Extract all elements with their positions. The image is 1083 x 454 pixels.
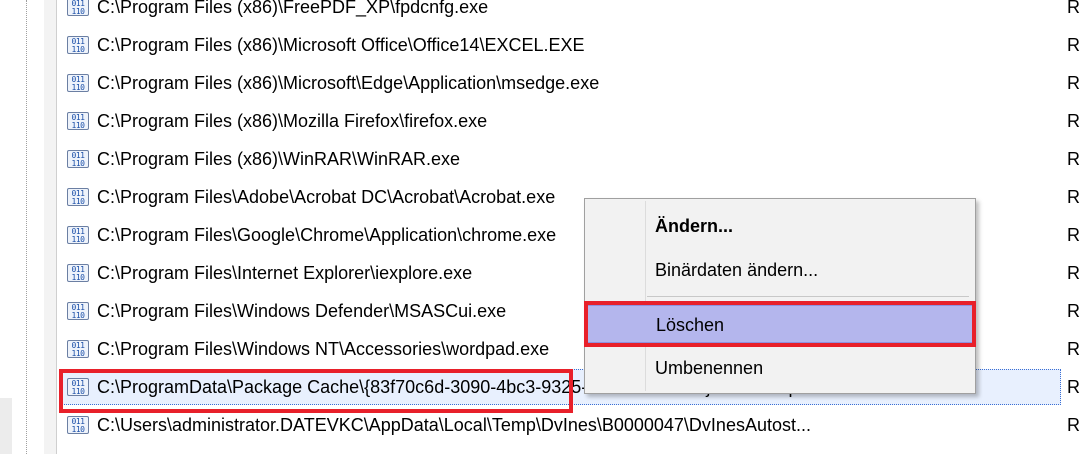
value-type: R	[1067, 111, 1080, 131]
menu-item-loeschen[interactable]: Löschen	[587, 305, 973, 343]
binary-value-icon: 011 110	[67, 378, 89, 396]
value-type: R	[1067, 187, 1080, 207]
binary-value-icon: 011 110	[67, 150, 89, 168]
binary-value-icon: 011 110	[67, 112, 89, 130]
value-type: R	[1067, 339, 1080, 359]
value-type: R	[1067, 415, 1080, 435]
list-item[interactable]: 011 110 C:\Program Files (x86)\WinRAR\Win…	[57, 140, 1083, 178]
binary-value-icon: 011 110	[67, 0, 89, 16]
value-name: C:\Users\administrator.DATEVKC\AppData\L…	[97, 415, 811, 435]
binary-value-icon: 011 110	[67, 226, 89, 244]
value-type: R	[1067, 35, 1080, 55]
value-name: C:\Program Files (x86)\Microsoft\Edge\Ap…	[97, 73, 600, 93]
binary-value-icon: 011 110	[67, 74, 89, 92]
binary-value-icon: 011 110	[67, 188, 89, 206]
binary-value-icon: 011 110	[67, 36, 89, 54]
binary-value-icon: 011 110	[67, 416, 89, 434]
value-type: R	[1067, 377, 1080, 397]
value-type: R	[1067, 149, 1080, 169]
menu-item-umbenennen[interactable]: Umbenennen	[587, 349, 973, 387]
registry-tree-pane[interactable]	[0, 0, 45, 454]
value-type: R	[1067, 301, 1080, 321]
tree-connector-line	[26, 0, 27, 454]
list-item[interactable]: 011 110 C:\Program Files (x86)\Microsoft\…	[57, 64, 1083, 102]
binary-value-icon: 011 110	[67, 340, 89, 358]
value-name: C:\Program Files (x86)\WinRAR\WinRAR.exe	[97, 149, 461, 169]
tree-scroll-track	[0, 398, 12, 454]
list-item[interactable]: 011 110 C:\Program Files (x86)\Microsoft …	[57, 26, 1083, 64]
value-type: R	[1067, 263, 1080, 283]
binary-value-icon: 011 110	[67, 302, 89, 320]
menu-item-aendern[interactable]: Ändern...	[587, 207, 973, 245]
value-type: R	[1067, 225, 1080, 245]
menu-item-binaerdaten-aendern[interactable]: Binärdaten ändern...	[587, 251, 973, 289]
context-menu[interactable]: Ändern... Binärdaten ändern... Löschen U…	[584, 198, 976, 394]
list-item[interactable]: 011 110 C:\Program Files (x86)\Mozilla Fi…	[57, 102, 1083, 140]
pane-splitter[interactable]	[44, 0, 57, 454]
value-type: R	[1067, 73, 1080, 93]
menu-separator	[647, 296, 969, 297]
list-item[interactable]: 011 110 C:\Program Files (x86)\FreePDF_XP…	[57, 0, 1083, 26]
value-name: C:\Program Files (x86)\Mozilla Firefox\f…	[97, 111, 488, 131]
value-name: C:\Program Files (x86)\Microsoft Office\…	[97, 35, 585, 55]
binary-value-icon: 011 110	[67, 264, 89, 282]
value-type: R	[1067, 0, 1080, 17]
value-name: C:\Program Files (x86)\FreePDF_XP\fpdcnf…	[97, 0, 489, 17]
list-item[interactable]: 011 110 C:\Users\administrator.DATEVKC\Ap…	[57, 406, 1083, 444]
